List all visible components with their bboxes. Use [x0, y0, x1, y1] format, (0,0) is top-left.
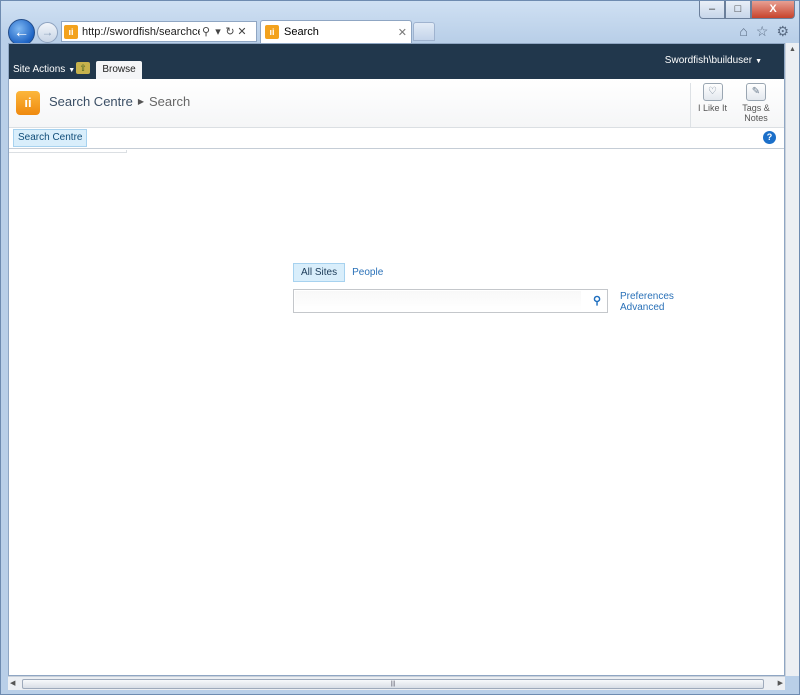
left-nav-divider: [9, 150, 127, 153]
breadcrumb-separator-icon: ▶: [137, 97, 144, 106]
site-actions-label: Site Actions: [13, 64, 66, 75]
search-links: Preferences Advanced: [620, 291, 674, 313]
star-icon[interactable]: ☆: [756, 23, 769, 40]
tags-notes-label-1: Tags &: [742, 103, 770, 113]
tab-browse[interactable]: Browse: [96, 61, 142, 79]
user-name: Swordfish\builduser: [664, 55, 753, 66]
new-tab-button[interactable]: [413, 22, 435, 41]
close-window-button[interactable]: X: [751, 1, 795, 19]
page-title: Search: [148, 94, 191, 109]
minimize-button[interactable]: –: [699, 1, 725, 19]
browser-toolbar-icons: ⌂ ☆ ⚙: [739, 23, 789, 40]
preferences-link[interactable]: Preferences: [620, 291, 674, 302]
tags-notes-icon: ✎: [746, 83, 766, 101]
scope-all-sites[interactable]: All Sites: [293, 263, 346, 282]
site-favicon-icon: ıi: [64, 24, 78, 39]
address-url[interactable]: http://swordfish/searchcentre/: [82, 26, 200, 38]
chevron-down-icon: ▼: [755, 58, 762, 65]
gear-icon[interactable]: ⚙: [776, 23, 789, 40]
chevron-down-icon: ▼: [68, 67, 76, 74]
thumbs-up-tag-icon: ♡: [702, 83, 723, 101]
advanced-search-link[interactable]: Advanced: [620, 302, 674, 313]
breadcrumb-site-link[interactable]: Search Centre: [49, 94, 133, 109]
stop-icon[interactable]: ✕: [236, 25, 248, 38]
maximize-button[interactable]: □: [725, 1, 751, 19]
search-input[interactable]: [295, 291, 581, 311]
scroll-up-icon[interactable]: ▲: [786, 43, 799, 57]
tab-close-icon[interactable]: ✕: [398, 26, 407, 39]
search-scopes: All Sites People: [293, 263, 383, 282]
tab-favicon-icon: ıi: [265, 25, 279, 39]
horizontal-scrollbar[interactable]: ◀ ||| ▶: [8, 676, 785, 690]
nav-item-search-centre[interactable]: Search Centre: [13, 129, 88, 147]
site-logo-icon[interactable]: ıi: [16, 91, 40, 115]
home-icon[interactable]: ⌂: [739, 23, 747, 40]
search-icon[interactable]: ⚲: [200, 25, 212, 38]
title-area: ıi Search Centre ▶ Search ♡ I Like It ✎ Ta…: [9, 79, 784, 128]
forward-button[interactable]: →: [37, 22, 58, 43]
window-controls: – □ X: [699, 1, 795, 19]
help-icon[interactable]: ?: [763, 131, 776, 144]
magnifier-icon[interactable]: ⚲: [593, 294, 601, 307]
scroll-right-icon[interactable]: ▶: [778, 677, 783, 691]
i-like-it-label: I Like It: [697, 103, 727, 113]
page-viewport: Site Actions ▼ ⇧ Browse Swordfish\buildus…: [8, 43, 785, 676]
site-actions-menu[interactable]: Site Actions ▼: [13, 64, 75, 75]
address-bar[interactable]: ıi http://swordfish/searchcentre/ ⚲ ▾ ↻ …: [61, 21, 257, 42]
breadcrumb: Search Centre ▶ Search: [49, 94, 190, 109]
search-box: ⚲: [293, 289, 608, 313]
sharepoint-ribbon: Site Actions ▼ ⇧ Browse Swordfish\buildus…: [9, 44, 784, 79]
refresh-icon[interactable]: ↻: [224, 25, 236, 38]
i-like-it-button[interactable]: ♡ I Like It: [690, 83, 734, 127]
horizontal-scroll-thumb[interactable]: |||: [22, 679, 764, 689]
top-navigation: Search Centre ?: [9, 128, 784, 149]
tags-notes-label-2: Notes: [744, 113, 768, 123]
navigate-up-icon[interactable]: ⇧: [76, 62, 90, 74]
vertical-scrollbar[interactable]: ▲: [785, 43, 799, 676]
tags-notes-button[interactable]: ✎ Tags & Notes: [734, 83, 778, 123]
scroll-left-icon[interactable]: ◀: [10, 677, 15, 691]
user-menu[interactable]: Swordfish\builduser ▼: [665, 55, 762, 66]
dropdown-arrow-icon[interactable]: ▾: [212, 25, 224, 38]
tab-title: Search: [284, 26, 319, 38]
browser-window: – □ X ← → ıi http://swordfish/searchcent…: [0, 0, 800, 695]
scope-people[interactable]: People: [352, 267, 383, 278]
browser-tab-search[interactable]: ıi Search ✕: [260, 20, 412, 43]
back-button[interactable]: ←: [8, 19, 35, 46]
